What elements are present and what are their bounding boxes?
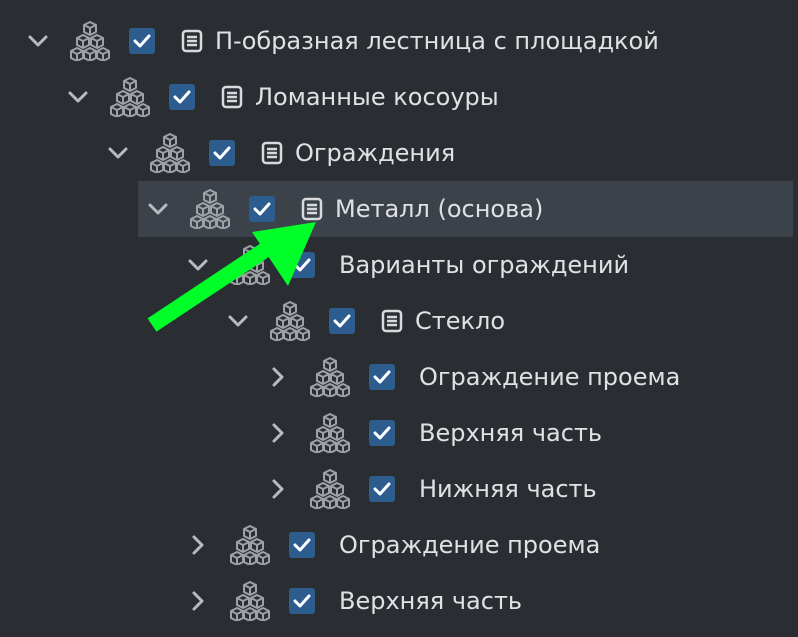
cubes-icon — [70, 21, 110, 61]
document-icon — [221, 85, 243, 109]
document-icon — [181, 29, 203, 53]
document-icon — [381, 309, 403, 333]
tree-row-label: Стекло — [415, 307, 506, 335]
tree-row-label: Металл (основа) — [335, 195, 544, 223]
checkbox-checked-icon[interactable] — [209, 140, 235, 166]
checkbox-checked-icon[interactable] — [169, 84, 195, 110]
cubes-icon — [190, 189, 230, 229]
checkbox-checked-icon[interactable] — [249, 196, 275, 222]
chevron-down-icon[interactable] — [184, 251, 212, 279]
tree-row-metal-base[interactable]: Металл (основа) — [138, 181, 793, 237]
cubes-icon — [310, 357, 350, 397]
checkbox-checked-icon[interactable] — [289, 252, 315, 278]
tree-row-upper-part-2[interactable]: Верхняя часть — [0, 573, 793, 629]
chevron-down-icon[interactable] — [64, 83, 92, 111]
tree-row-partial — [0, 0, 793, 13]
cubes-icon — [270, 301, 310, 341]
cubes-icon — [230, 245, 270, 285]
chevron-right-icon[interactable] — [184, 587, 212, 615]
tree-row-railing-variants[interactable]: Варианты ограждений — [0, 237, 793, 293]
tree-row-glass[interactable]: Стекло — [0, 293, 793, 349]
checkbox-checked-icon[interactable] — [289, 532, 315, 558]
tree-row-lower-part[interactable]: Нижняя часть — [0, 461, 793, 517]
cubes-icon — [230, 525, 270, 565]
checkbox-checked-icon[interactable] — [369, 476, 395, 502]
tree-row-upper-part[interactable]: Верхняя часть — [0, 405, 793, 461]
tree-row-label: Ограждение проема — [339, 531, 601, 559]
chevron-down-icon[interactable] — [24, 27, 52, 55]
cubes-icon — [230, 581, 270, 621]
document-icon — [301, 197, 323, 221]
tree-row-label: Ограждение проема — [419, 363, 681, 391]
checkbox-checked-icon[interactable] — [129, 28, 155, 54]
checkbox-checked-icon[interactable] — [289, 588, 315, 614]
tree-row-label: Ломанные косоуры — [255, 83, 499, 111]
checkbox-checked-icon[interactable] — [369, 420, 395, 446]
chevron-right-icon[interactable] — [264, 363, 292, 391]
tree-row-opening-railing-2[interactable]: Ограждение проема — [0, 517, 793, 573]
chevron-right-icon[interactable] — [184, 531, 212, 559]
cubes-icon — [310, 469, 350, 509]
checkbox-checked-icon[interactable] — [329, 308, 355, 334]
tree-row-label: Ограждения — [295, 139, 456, 167]
chevron-right-icon[interactable] — [264, 475, 292, 503]
tree-row-stringers[interactable]: Ломанные косоуры — [0, 69, 793, 125]
cubes-icon — [150, 133, 190, 173]
tree-row-label: Варианты ограждений — [339, 251, 630, 279]
tree-row-label: Нижняя часть — [419, 475, 597, 503]
tree-row-railings[interactable]: Ограждения — [0, 125, 793, 181]
checkbox-checked-icon[interactable] — [369, 364, 395, 390]
tree-row-label: Верхняя часть — [339, 587, 523, 615]
cubes-icon — [110, 0, 150, 5]
chevron-down-icon[interactable] — [144, 195, 172, 223]
tree-row-opening-railing[interactable]: Ограждение проема — [0, 349, 793, 405]
tree-row-p-stair[interactable]: П-образная лестница с площадкой — [0, 13, 793, 69]
tree-row-label: П-образная лестница с площадкой — [215, 27, 659, 55]
tree-view: П-образная лестница с площадкой Ломанные… — [0, 0, 798, 637]
chevron-down-icon[interactable] — [224, 307, 252, 335]
cubes-icon — [110, 77, 150, 117]
cubes-icon — [310, 413, 350, 453]
chevron-down-icon[interactable] — [104, 139, 132, 167]
tree-row-label: Верхняя часть — [419, 419, 603, 447]
chevron-right-icon[interactable] — [264, 419, 292, 447]
document-icon — [261, 141, 283, 165]
